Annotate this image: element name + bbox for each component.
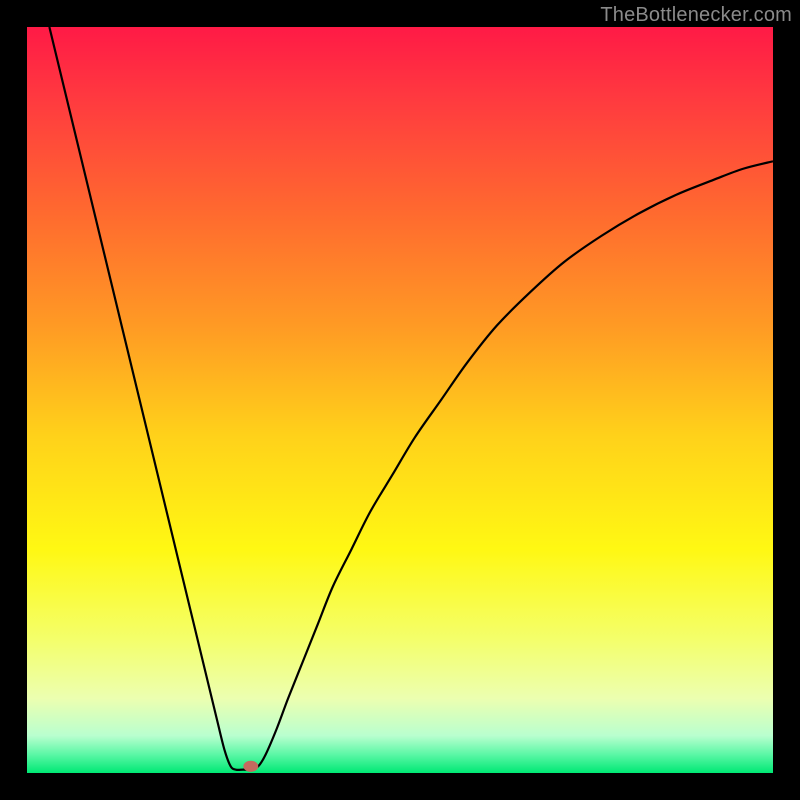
watermark-text: TheBottlenecker.com xyxy=(600,4,792,27)
chart-svg xyxy=(27,27,773,773)
chart-plot-area xyxy=(27,27,773,773)
chart-frame: TheBottlenecker.com xyxy=(0,0,800,800)
optimal-point-marker xyxy=(243,761,258,772)
